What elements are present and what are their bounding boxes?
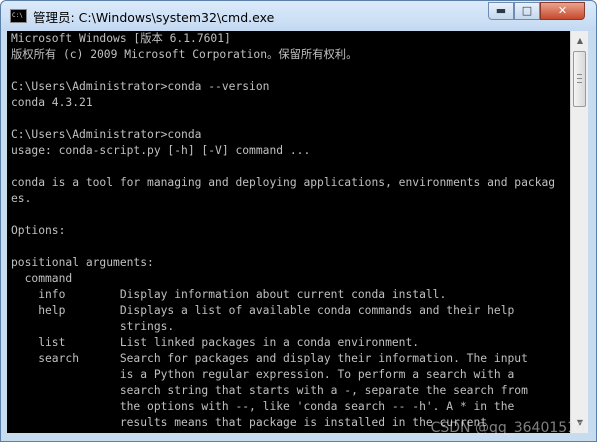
cmd-window: C:\ 管理员: C:\Windows\system32\cmd.exe ▬ □… (0, 0, 597, 442)
console-line: help Displays a list of available conda … (11, 304, 515, 317)
console-line: es. (11, 192, 32, 205)
console-line: C:\Users\Administrator>conda (11, 128, 202, 141)
console-line: 版权所有 (c) 2009 Microsoft Corporation。保留所有… (11, 48, 358, 61)
console-line: usage: conda-script.py [-h] [-V] command… (11, 144, 311, 157)
minimize-button[interactable]: ▬ (488, 2, 514, 20)
title-bar[interactable]: C:\ 管理员: C:\Windows\system32\cmd.exe ▬ □… (1, 1, 596, 31)
console-line: command (11, 272, 73, 285)
console-line: C:\Users\Administrator>conda --version (11, 80, 270, 93)
window-title: 管理员: C:\Windows\system32\cmd.exe (33, 10, 275, 25)
maximize-button[interactable]: □ (514, 2, 540, 20)
console-line: conda 4.3.21 (11, 96, 93, 109)
console-line: Options: (11, 224, 66, 237)
console-line: is a Python regular expression. To perfo… (11, 368, 515, 381)
cmd-app-icon[interactable]: C:\ (10, 9, 27, 23)
scroll-up-icon[interactable]: ▲ (572, 33, 588, 49)
grip-line (577, 78, 582, 79)
console-line: info Display information about current c… (11, 288, 447, 301)
minimize-icon: ▬ (495, 4, 507, 17)
console-line: Microsoft Windows [版本 6.1.7601] (11, 32, 231, 45)
console-output[interactable]: Microsoft Windows [版本 6.1.7601] 版权所有 (c) … (7, 31, 570, 433)
grip-line (577, 74, 582, 75)
console-line: search Search for packages and display t… (11, 352, 528, 365)
console-line: list List linked packages in a conda env… (11, 336, 420, 349)
vertical-scrollbar[interactable]: ▲ ▼ (570, 31, 588, 433)
console-line: positional arguments: (11, 256, 154, 269)
console-line: conda is a tool for managing and deployi… (11, 176, 556, 189)
console-text: Microsoft Windows [版本 6.1.7601] 版权所有 (c) … (7, 31, 570, 431)
console-line: the options with --, like 'conda search … (11, 400, 515, 413)
maximize-icon: □ (521, 4, 533, 17)
grip-line (577, 82, 582, 83)
console-line: strings. (11, 320, 175, 333)
watermark: CSDN @qq_36401516 (430, 420, 585, 436)
close-button[interactable]: ✕ (540, 2, 585, 20)
console-line: search string that starts with a -, sepa… (11, 384, 528, 397)
close-icon: ✕ (557, 4, 568, 17)
scroll-thumb[interactable] (573, 51, 586, 107)
